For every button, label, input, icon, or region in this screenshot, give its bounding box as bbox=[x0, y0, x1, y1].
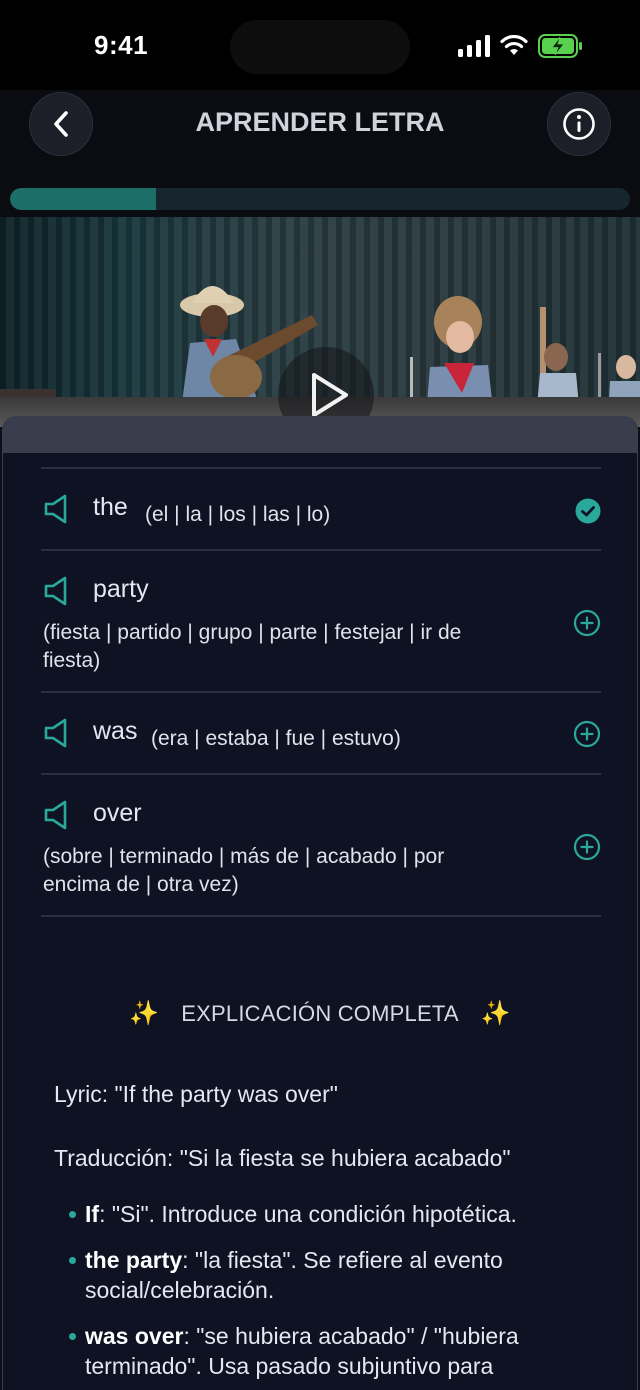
sheet-grab-bar[interactable] bbox=[3, 417, 637, 453]
bullet-term: the party bbox=[85, 1247, 183, 1273]
speaker-icon[interactable] bbox=[43, 493, 71, 525]
word-row-was: was (era | estaba | fue | estuvo) bbox=[41, 693, 601, 773]
word-translation: (el | la | los | las | lo) bbox=[145, 503, 331, 526]
word-translation: (era | estaba | fue | estuvo) bbox=[151, 727, 401, 750]
add-circle-icon[interactable] bbox=[573, 720, 601, 748]
check-circle-icon[interactable] bbox=[575, 498, 601, 524]
bullet-term: was over bbox=[85, 1323, 184, 1349]
word-text: the bbox=[93, 493, 128, 521]
word-row-party: party (fiesta | partido | grupo | parte … bbox=[41, 551, 601, 691]
info-button[interactable] bbox=[547, 92, 611, 156]
word-text: was bbox=[93, 717, 138, 745]
video-player[interactable] bbox=[0, 217, 640, 427]
word-row-the: the (el | la | los | las | lo) bbox=[41, 469, 601, 549]
divider bbox=[41, 915, 601, 917]
status-icons bbox=[458, 33, 584, 59]
bullet-item: If: "Si". Introduce una condición hipoté… bbox=[69, 1199, 609, 1229]
word-translation: (sobre | terminado | más de | acabado | … bbox=[43, 845, 445, 896]
wifi-icon bbox=[500, 35, 528, 55]
lyric-line: Lyric: "If the party was over" bbox=[54, 1081, 338, 1107]
lesson-progress-bar bbox=[10, 188, 630, 210]
info-icon bbox=[563, 108, 595, 140]
bullet-term: If bbox=[85, 1201, 100, 1227]
speaker-icon[interactable] bbox=[43, 575, 71, 607]
play-icon bbox=[312, 373, 348, 417]
word-list: the (el | la | los | las | lo) party (fi… bbox=[41, 467, 601, 917]
word-row-over: over (sobre | terminado | más de | acaba… bbox=[41, 775, 601, 915]
add-circle-icon[interactable] bbox=[573, 833, 601, 861]
word-text: over bbox=[93, 799, 142, 827]
sparkles-icon: ✨ bbox=[480, 1000, 511, 1027]
sparkles-icon: ✨ bbox=[129, 1000, 160, 1027]
word-text: party bbox=[93, 575, 149, 603]
page-title: APRENDER LETRA bbox=[195, 107, 445, 137]
explanation-bullets: If: "Si". Introduce una condición hipoté… bbox=[69, 1199, 609, 1390]
explanation-title: ✨ EXPLICACIÓN COMPLETA ✨ bbox=[3, 999, 637, 1028]
signal-icon bbox=[458, 35, 490, 57]
translation-line: Traducción: "Si la fiesta se hubiera aca… bbox=[54, 1145, 511, 1171]
status-bar: 9:41 bbox=[0, 0, 640, 90]
add-circle-icon[interactable] bbox=[573, 609, 601, 637]
speaker-icon[interactable] bbox=[43, 717, 71, 749]
explanation-title-text: EXPLICACIÓN COMPLETA bbox=[181, 1001, 459, 1026]
battery-charging-icon bbox=[538, 34, 582, 58]
dynamic-island bbox=[230, 20, 410, 74]
bullet-text: : "Si". Introduce una condición hipotéti… bbox=[99, 1201, 517, 1227]
word-translation: (fiesta | partido | grupo | parte | fest… bbox=[43, 621, 462, 672]
lesson-progress-fill bbox=[10, 188, 156, 210]
bullet-item: the party: "la fiesta". Se refiere al ev… bbox=[69, 1245, 609, 1305]
lyric-learning-sheet: the (el | la | los | las | lo) party (fi… bbox=[2, 416, 638, 1390]
bullet-item: was over: "se hubiera acabado" / "hubier… bbox=[69, 1321, 609, 1381]
header: APRENDER LETRA bbox=[0, 90, 640, 217]
status-time: 9:41 bbox=[94, 30, 149, 60]
speaker-icon[interactable] bbox=[43, 799, 71, 831]
